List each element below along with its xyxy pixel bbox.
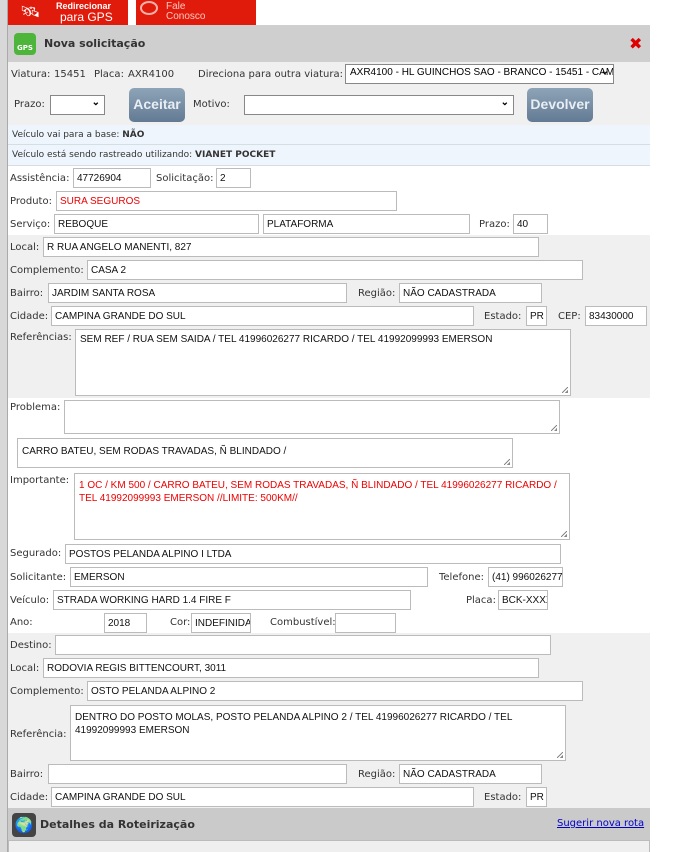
motivo-label: Motivo: [193,99,230,110]
redirect-gps-tab[interactable]: 🛰 Redirecionar para GPS [8,0,128,25]
viatura-label: Viatura: [11,69,51,80]
destino-estado-label: Estado: [484,792,522,803]
telefone-label: Telefone: [439,572,484,583]
destino-referencia-label: Referência: [10,729,67,740]
chat-icon [140,1,158,15]
importante-label: Importante: [10,475,70,486]
prazo-label: Prazo: [14,99,45,110]
bairro-input[interactable]: JARDIM SANTA ROSA [48,283,347,303]
destino-cidade-label: Cidade: [10,792,49,803]
satellite-icon: 🛰 [20,4,41,21]
veiculo-label: Veículo: [10,595,50,606]
routing-title: Detalhes da Roteirização [40,818,195,831]
prazo-select[interactable]: ⌄ [50,95,105,115]
assistencia-input[interactable]: 47726904 [73,168,151,188]
tab-label: Conosco [166,11,206,22]
ano-input[interactable]: 2018 [104,613,147,633]
servico-input[interactable]: REBOQUE [54,214,259,234]
telefone-input[interactable]: (41) 996026277 [488,567,563,587]
combustivel-input[interactable] [335,613,396,633]
gps-icon: GPS [14,33,36,55]
cep-input[interactable]: 83430000 [585,306,647,326]
assistencia-label: Assistência: [10,173,70,184]
dialog-header: GPS Nova solicitação ✖ [8,25,650,62]
estado-label: Estado: [484,311,522,322]
segurado-label: Segurado: [10,548,62,559]
local-label: Local: [10,242,40,253]
destino-complemento-input[interactable]: OSTO PELANDA ALPINO 2 [87,681,583,701]
solicitacao-input[interactable]: 2 [216,168,251,188]
destino-bairro-label: Bairro: [10,769,44,780]
problema-textarea[interactable] [64,400,560,434]
prazo-input[interactable]: 40 [513,214,548,234]
veiculo-input[interactable]: STRADA WORKING HARD 1.4 FIRE F [53,590,411,610]
dialog-title: Nova solicitação [44,37,146,50]
destino-bairro-input[interactable] [48,764,347,784]
servico-label: Serviço: [10,219,51,230]
destino-cidade-input[interactable]: CAMPINA GRANDE DO SUL [51,787,474,807]
destino-estado-input[interactable]: PR [526,787,547,807]
cidade-label: Cidade: [10,311,49,322]
chevron-down-icon: ⌄ [91,97,100,108]
solicitacao-label: Solicitação: [156,173,214,184]
destino-regiao-input[interactable]: NÃO CADASTRADA [399,764,542,784]
cidade-input[interactable]: CAMPINA GRANDE DO SUL [51,306,474,326]
regiao-label: Região: [358,288,396,299]
bairro-label: Bairro: [10,288,44,299]
redirect-vehicle-select[interactable]: AXR4100 - HL GUINCHOS SAO - BRANCO - 154… [345,64,614,84]
solicitante-label: Solicitante: [10,572,67,583]
referencias-label: Referências: [10,332,72,343]
servico-type-input[interactable]: PLATAFORMA [263,214,470,234]
placa-label: Placa: [466,595,496,606]
placa-input[interactable]: BCK-XXXX [498,590,548,610]
description-textarea[interactable]: CARRO BATEU, SEM RODAS TRAVADAS, Ñ BLIND… [17,438,513,468]
referencias-textarea[interactable]: SEM REF / RUA SEM SAIDA / TEL 4199602627… [75,329,571,396]
close-icon[interactable]: ✖ [629,34,642,53]
produto-label: Produto: [10,196,52,207]
destino-local-input[interactable]: RODOVIA REGIS BITTENCOURT, 3011 [43,658,539,678]
produto-input[interactable]: SURA SEGUROS [56,191,397,211]
destino-label: Destino: [10,640,52,651]
segurado-input[interactable]: POSTOS PELANDA ALPINO I LTDA [65,544,561,564]
cor-input[interactable]: INDEFINIDA [191,613,251,633]
destino-regiao-label: Região: [358,769,396,780]
regiao-input[interactable]: NÃO CADASTRADA [399,283,542,303]
placa-label: Placa: [94,69,124,80]
combustivel-label: Combustível: [270,617,336,628]
viatura-value: 15451 [54,69,86,80]
complemento-label: Complemento: [10,265,84,276]
destino-referencia-textarea[interactable]: DENTRO DO POSTO MOLAS, POSTO PELANDA ALP… [70,705,566,761]
suggest-route-link[interactable]: Sugerir nova rota [557,818,644,829]
redirect-label: Direciona para outra viatura: [198,69,343,80]
routing-header: 🌍 Detalhes da Roteirização Sugerir nova … [8,808,650,840]
importante-textarea[interactable]: 1 OC / KM 500 / CARRO BATEU, SEM RODAS T… [74,473,570,540]
solicitante-input[interactable]: EMERSON [70,567,428,587]
destino-input[interactable] [55,635,551,655]
base-info: Veículo vai para a base: NÃO [8,125,650,145]
chevron-down-icon: ⌄ [500,97,509,108]
prazo-label: Prazo: [479,219,510,230]
complemento-input[interactable]: CASA 2 [87,260,583,280]
estado-input[interactable]: PR [526,306,547,326]
accept-button[interactable]: Aceitar [129,88,185,122]
ano-label: Ano: [10,617,33,628]
problema-label: Problema: [10,402,61,413]
cor-label: Cor: [170,617,191,628]
left-scrollbar[interactable] [0,0,8,852]
local-input[interactable]: R RUA ANGELO MANENTI, 827 [43,237,539,257]
motivo-select[interactable]: ⌄ [244,95,514,115]
contact-tab[interactable]: Fale Conosco [136,0,256,25]
globe-icon: 🌍 [12,813,36,837]
tracking-info: Veículo está sendo rastreado utilizando:… [8,145,650,166]
cep-label: CEP: [558,311,581,322]
placa-value: AXR4100 [128,69,175,80]
return-button[interactable]: Devolver [527,88,593,122]
destino-local-label: Local: [10,663,40,674]
routing-content [8,840,650,852]
tab-label: para GPS [60,10,113,24]
destino-complemento-label: Complemento: [10,686,84,697]
chevron-down-icon: ⌄ [600,66,609,77]
